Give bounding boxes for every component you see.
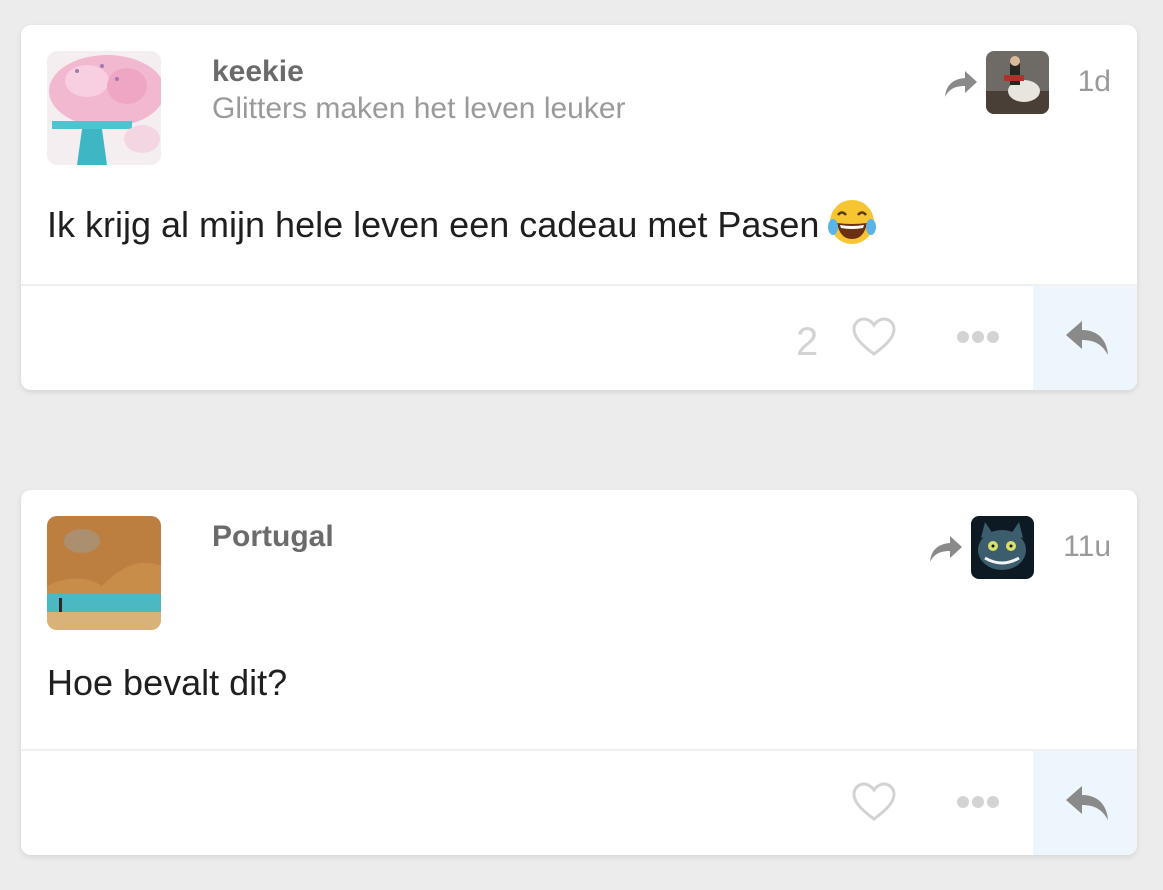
post-text-content: Ik krijg al mijn hele leven een cadeau m… bbox=[47, 204, 820, 245]
user-avatar[interactable] bbox=[47, 51, 161, 165]
post-card[interactable]: keekie Glitters maken het leven leuker 1… bbox=[21, 25, 1137, 390]
reply-button[interactable] bbox=[1033, 751, 1137, 855]
like-count: 2 bbox=[796, 320, 819, 364]
laughing-tears-emoji bbox=[828, 200, 877, 244]
reply-arrow-icon bbox=[1066, 321, 1108, 355]
post-card[interactable]: Portugal 11u Hoe bevalt dit? bbox=[21, 490, 1137, 855]
post-text: Ik krijg al mijn hele leven een cadeau m… bbox=[47, 197, 877, 247]
user-avatar[interactable] bbox=[47, 516, 161, 630]
post-time: 11u bbox=[1063, 530, 1111, 563]
reply-arrow-icon bbox=[1066, 786, 1108, 820]
post-actions bbox=[21, 751, 1137, 855]
reposter-avatar[interactable] bbox=[971, 516, 1034, 579]
heart-icon[interactable] bbox=[851, 316, 897, 358]
user-subtitle: Glitters maken het leven leuker bbox=[212, 92, 626, 125]
share-arrow-icon bbox=[945, 71, 977, 97]
more-dots-icon[interactable] bbox=[956, 794, 1000, 810]
username[interactable]: keekie bbox=[212, 55, 304, 89]
username[interactable]: Portugal bbox=[212, 520, 334, 554]
heart-icon[interactable] bbox=[851, 781, 897, 823]
share-arrow-icon bbox=[930, 536, 962, 562]
post-actions: 2 bbox=[21, 286, 1137, 390]
more-dots-icon[interactable] bbox=[956, 329, 1000, 345]
reposter-avatar[interactable] bbox=[986, 51, 1049, 114]
post-time: 1d bbox=[1077, 65, 1111, 98]
post-text: Hoe bevalt dit? bbox=[47, 662, 287, 704]
reply-button[interactable] bbox=[1033, 286, 1137, 390]
post-text-content: Hoe bevalt dit? bbox=[47, 662, 288, 703]
